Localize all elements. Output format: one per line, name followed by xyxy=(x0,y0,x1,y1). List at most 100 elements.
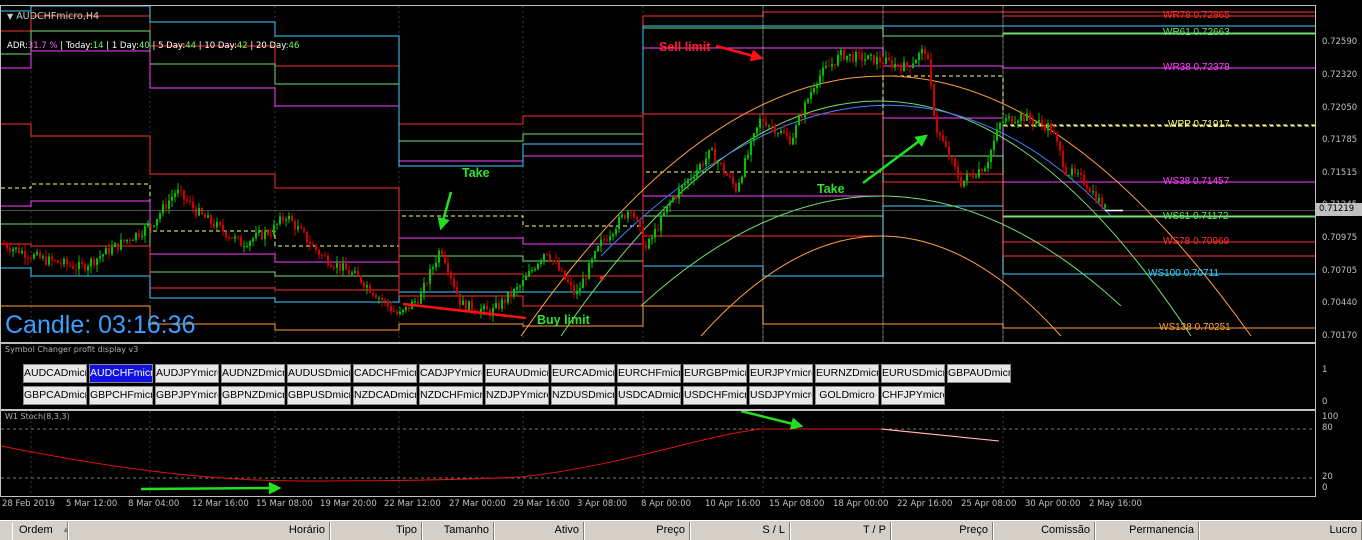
candle-body xyxy=(777,133,779,135)
candle-body xyxy=(300,226,302,229)
candle-body xyxy=(150,224,152,227)
candle-body xyxy=(294,220,296,230)
column-header-8[interactable]: Preço xyxy=(891,522,993,540)
candle-body xyxy=(531,270,533,272)
candle-body xyxy=(327,256,329,266)
symbol-button-cadjpymicro[interactable]: CADJPYmicro xyxy=(419,364,483,383)
candle-body xyxy=(360,275,362,283)
candle-body xyxy=(189,201,191,203)
symbol-button-usdjpymicro[interactable]: USDJPYmicro xyxy=(749,386,813,405)
time-tick-label: 3 Apr 08:00 xyxy=(577,499,628,509)
candle-body xyxy=(378,297,380,299)
candle-body xyxy=(975,176,977,178)
symbol-button-eurcadmicro[interactable]: EURCADmicro xyxy=(551,364,615,383)
price-axis[interactable]: 0.72590 0.72320 0.72050 0.71785 0.71515 0.712… xyxy=(1316,5,1362,343)
candle-body xyxy=(309,242,311,245)
candle-body xyxy=(198,207,200,216)
symbol-button-audusdmicro[interactable]: AUDUSDmicro xyxy=(287,364,351,383)
candle-body xyxy=(333,266,335,268)
candle-body xyxy=(90,258,92,267)
time-axis[interactable]: 28 Feb 2019 5 Mar 12:00 8 Mar 04:00 12 Mar … xyxy=(0,497,1362,520)
symbol-button-cadchfmicro[interactable]: CADCHFmicro xyxy=(353,364,417,383)
candle-body xyxy=(450,272,452,279)
candle-body xyxy=(981,169,983,172)
candle-body xyxy=(342,263,344,271)
symbol-button-gbpcadmicro[interactable]: GBPCADmicro xyxy=(23,386,87,405)
column-header-6[interactable]: S / L xyxy=(690,522,790,540)
candle-body xyxy=(648,238,650,249)
candle-body xyxy=(165,204,167,209)
candle-body xyxy=(852,54,854,62)
candle-body xyxy=(306,231,308,243)
symbol-button-usdchfmicro[interactable]: USDCHFmicro xyxy=(683,386,747,405)
candle-body xyxy=(402,309,404,313)
stochastic-panel[interactable]: W1 Stoch(8,3,3) xyxy=(0,410,1316,497)
candle-body xyxy=(369,285,371,293)
candle-body xyxy=(735,183,737,192)
price-tick-label: 0.70170 xyxy=(1322,331,1358,341)
pivot-step-line xyxy=(1,6,1315,167)
candle-body xyxy=(162,204,164,214)
symbol-button-eurusdmicro[interactable]: EURUSDmicro xyxy=(881,364,945,383)
column-header-0[interactable]: Ordem xyxy=(12,522,68,540)
terminal-header: Ordem Horário Tipo Tamanho Ativo Preço S / LT … xyxy=(0,520,1362,540)
symbol-button-nzdchfmicro[interactable]: NZDCHFmicro xyxy=(419,386,483,405)
symbol-button-audjpymicro[interactable]: AUDJPYmicro xyxy=(155,364,219,383)
symbol-button-gbpaudmicro[interactable]: GBPAUDmicro xyxy=(947,364,1011,383)
symbol-button-chfjpymicro[interactable]: CHFJPYmicro xyxy=(881,386,945,405)
candle-body xyxy=(177,189,179,194)
symbol-button-gbpusdmicro[interactable]: GBPUSDmicro xyxy=(287,386,351,405)
pivot-level-label: WR78 0.72865 xyxy=(1163,10,1230,21)
candle-body xyxy=(993,140,995,150)
symbol-button-gbpnzdmicro[interactable]: GBPNZDmicro xyxy=(221,386,285,405)
symbol-button-eurjpymicro[interactable]: EURJPYmicro xyxy=(749,364,813,383)
symbol-button-eurchfmicro[interactable]: EURCHFmicro xyxy=(617,364,681,383)
collapse-icon[interactable]: ▼ xyxy=(7,12,13,21)
candle-body xyxy=(93,258,95,266)
column-header-5[interactable]: Preço xyxy=(584,522,690,540)
symbol-button-nzdjpymicro[interactable]: NZDJPYmicro xyxy=(485,386,549,405)
candle-body xyxy=(168,200,170,209)
candle-body xyxy=(519,285,521,288)
regression-band xyxy=(600,104,1112,257)
candle-body xyxy=(45,256,47,265)
time-tick-label: 19 Mar 20:00 xyxy=(320,499,377,509)
symbol-button-nzdcadmicro[interactable]: NZDCADmicro xyxy=(353,386,417,405)
candle-body xyxy=(870,54,872,56)
symbol-button-nzdusdmicro[interactable]: NZDUSDmicro xyxy=(551,386,615,405)
candle-body xyxy=(357,271,359,276)
stochastic-canvas[interactable] xyxy=(1,411,1316,497)
candle-body xyxy=(114,243,116,247)
sort-ascending-icon[interactable]: ▲ xyxy=(62,525,70,534)
symbol-button-eurnzdmicro[interactable]: EURNZDmicro xyxy=(815,364,879,383)
column-header-10[interactable]: Permanencia xyxy=(1095,522,1199,540)
candle-body xyxy=(426,283,428,285)
candle-body xyxy=(882,62,884,65)
price-chart-panel[interactable]: ▼ AUDCHFmicro,H4 ADR:31.7 % | Today:14 |… xyxy=(0,5,1316,343)
column-header-2[interactable]: Tipo xyxy=(330,522,422,540)
candle-body xyxy=(759,118,761,128)
symbol-button-goldmicro[interactable]: GOLDmicro xyxy=(815,386,879,405)
column-header-3[interactable]: Tamanho xyxy=(422,522,494,540)
symbol-button-gbpchfmicro[interactable]: GBPCHFmicro xyxy=(89,386,153,405)
symbol-button-audnzdmicro[interactable]: AUDNZDmicro xyxy=(221,364,285,383)
symbol-button-audcadmicro[interactable]: AUDCADmicro xyxy=(23,364,87,383)
column-header-7[interactable]: T / P xyxy=(790,522,891,540)
column-header-9[interactable]: Comissão xyxy=(993,522,1095,540)
symbol-button-audchfmicro[interactable]: AUDCHFmicro xyxy=(89,364,153,383)
candle-body xyxy=(522,280,524,286)
candle-body xyxy=(510,292,512,297)
pivot-step-line xyxy=(1,305,1315,331)
candle-body xyxy=(231,237,233,239)
price-chart-canvas[interactable] xyxy=(1,6,1316,343)
column-header-1[interactable]: Horário xyxy=(68,522,330,540)
symbol-button-gbpjpymicro[interactable]: GBPJPYmicro xyxy=(155,386,219,405)
column-header-11[interactable]: Lucro xyxy=(1199,522,1362,540)
candle-body xyxy=(546,253,548,255)
candle-body xyxy=(765,121,767,127)
symbol-button-usdcadmicro[interactable]: USDCADmicro xyxy=(617,386,681,405)
symbol-button-eurgbpmicro[interactable]: EURGBPmicro xyxy=(683,364,747,383)
column-header-4[interactable]: Ativo xyxy=(494,522,584,540)
symbol-button-euraudmicro[interactable]: EURAUDmicro xyxy=(485,364,549,383)
candle-body xyxy=(375,295,377,299)
